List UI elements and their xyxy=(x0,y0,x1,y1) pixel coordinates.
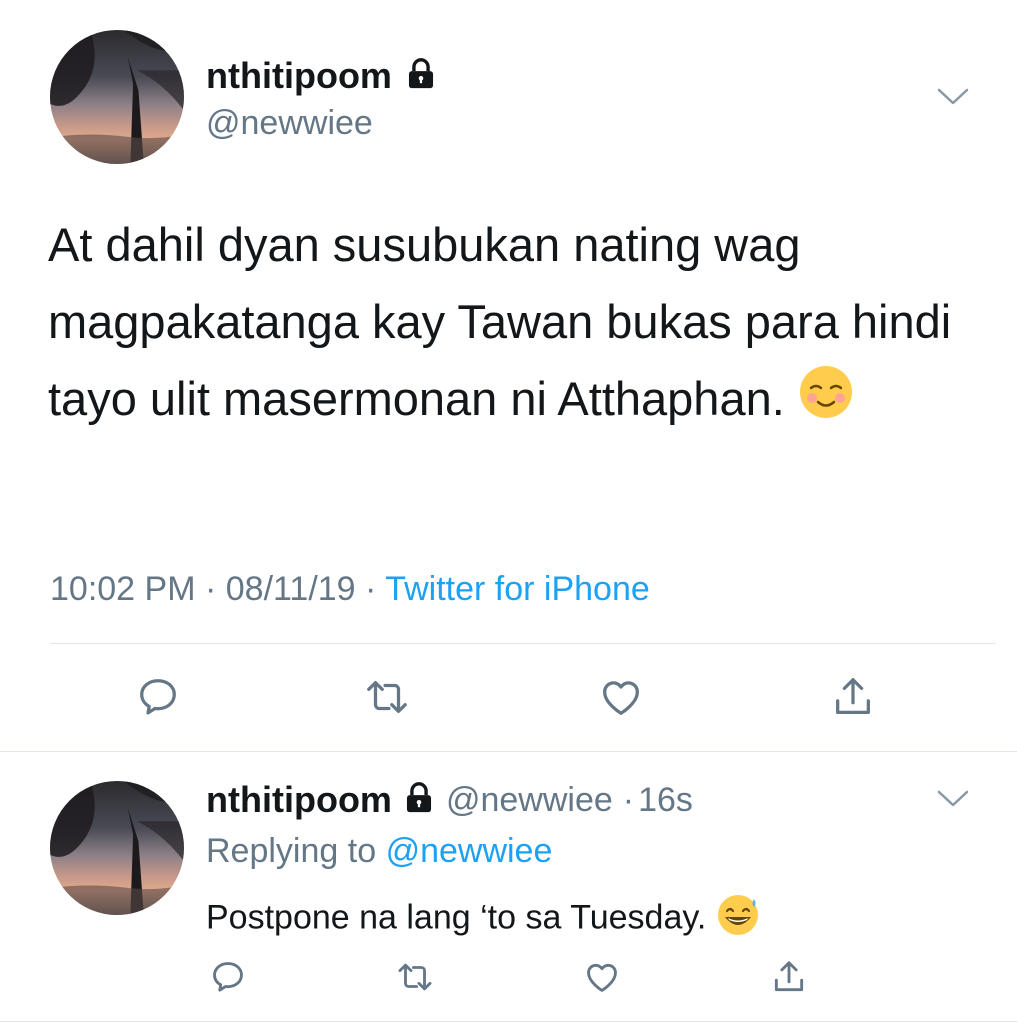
tweet-text: At dahil dyan susubukan nating wag magpa… xyxy=(48,206,968,442)
share-icon xyxy=(836,678,870,714)
tweet-age: 16s xyxy=(638,780,693,819)
like-button[interactable] xyxy=(598,674,644,720)
reply-body: Postpone na lang ‘to sa Tuesday. xyxy=(206,898,707,937)
divider xyxy=(0,751,1017,752)
retweet-icon xyxy=(367,680,407,714)
avatar[interactable] xyxy=(50,30,184,164)
tweet-time: 10:02 PM xyxy=(50,570,196,608)
retweet-button[interactable] xyxy=(364,674,410,720)
tweet-meta: 10:02 PM · 08/11/19 · Twitter for iPhone xyxy=(50,570,650,608)
share-icon xyxy=(774,961,804,992)
tweet-date: 08/11/19 xyxy=(225,570,356,608)
divider xyxy=(0,1021,1017,1022)
grinning-sweat-face-icon xyxy=(716,893,760,946)
reply-button[interactable] xyxy=(209,958,247,996)
share-button[interactable] xyxy=(770,958,808,996)
heart-icon xyxy=(603,681,639,715)
reply-icon xyxy=(213,962,243,992)
chevron-down-icon[interactable] xyxy=(936,86,970,108)
chevron-down-icon[interactable] xyxy=(936,788,970,810)
handle[interactable]: @newwiee xyxy=(206,104,373,143)
share-button[interactable] xyxy=(830,674,876,720)
retweet-icon xyxy=(398,963,432,991)
avatar[interactable] xyxy=(50,781,184,915)
reply-text: Postpone na lang ‘to sa Tuesday. xyxy=(206,893,760,946)
lock-icon xyxy=(404,57,438,96)
lock-icon xyxy=(402,781,436,820)
retweet-button[interactable] xyxy=(396,958,434,996)
heart-icon xyxy=(587,963,617,992)
replying-to: Replying to @newwiee xyxy=(206,832,552,871)
display-name[interactable]: nthitipoom xyxy=(206,55,392,97)
display-name[interactable]: nthitipoom xyxy=(206,779,392,821)
replying-prefix: Replying to xyxy=(206,832,377,870)
tweet-source-link[interactable]: Twitter for iPhone xyxy=(385,570,650,608)
like-button[interactable] xyxy=(583,958,621,996)
replying-to-link[interactable]: @newwiee xyxy=(386,832,553,870)
relieved-smiling-face-icon xyxy=(798,364,854,442)
reply-icon xyxy=(140,679,176,715)
divider xyxy=(50,643,996,644)
reply-button[interactable] xyxy=(135,674,181,720)
handle[interactable]: @newwiee xyxy=(446,781,613,820)
